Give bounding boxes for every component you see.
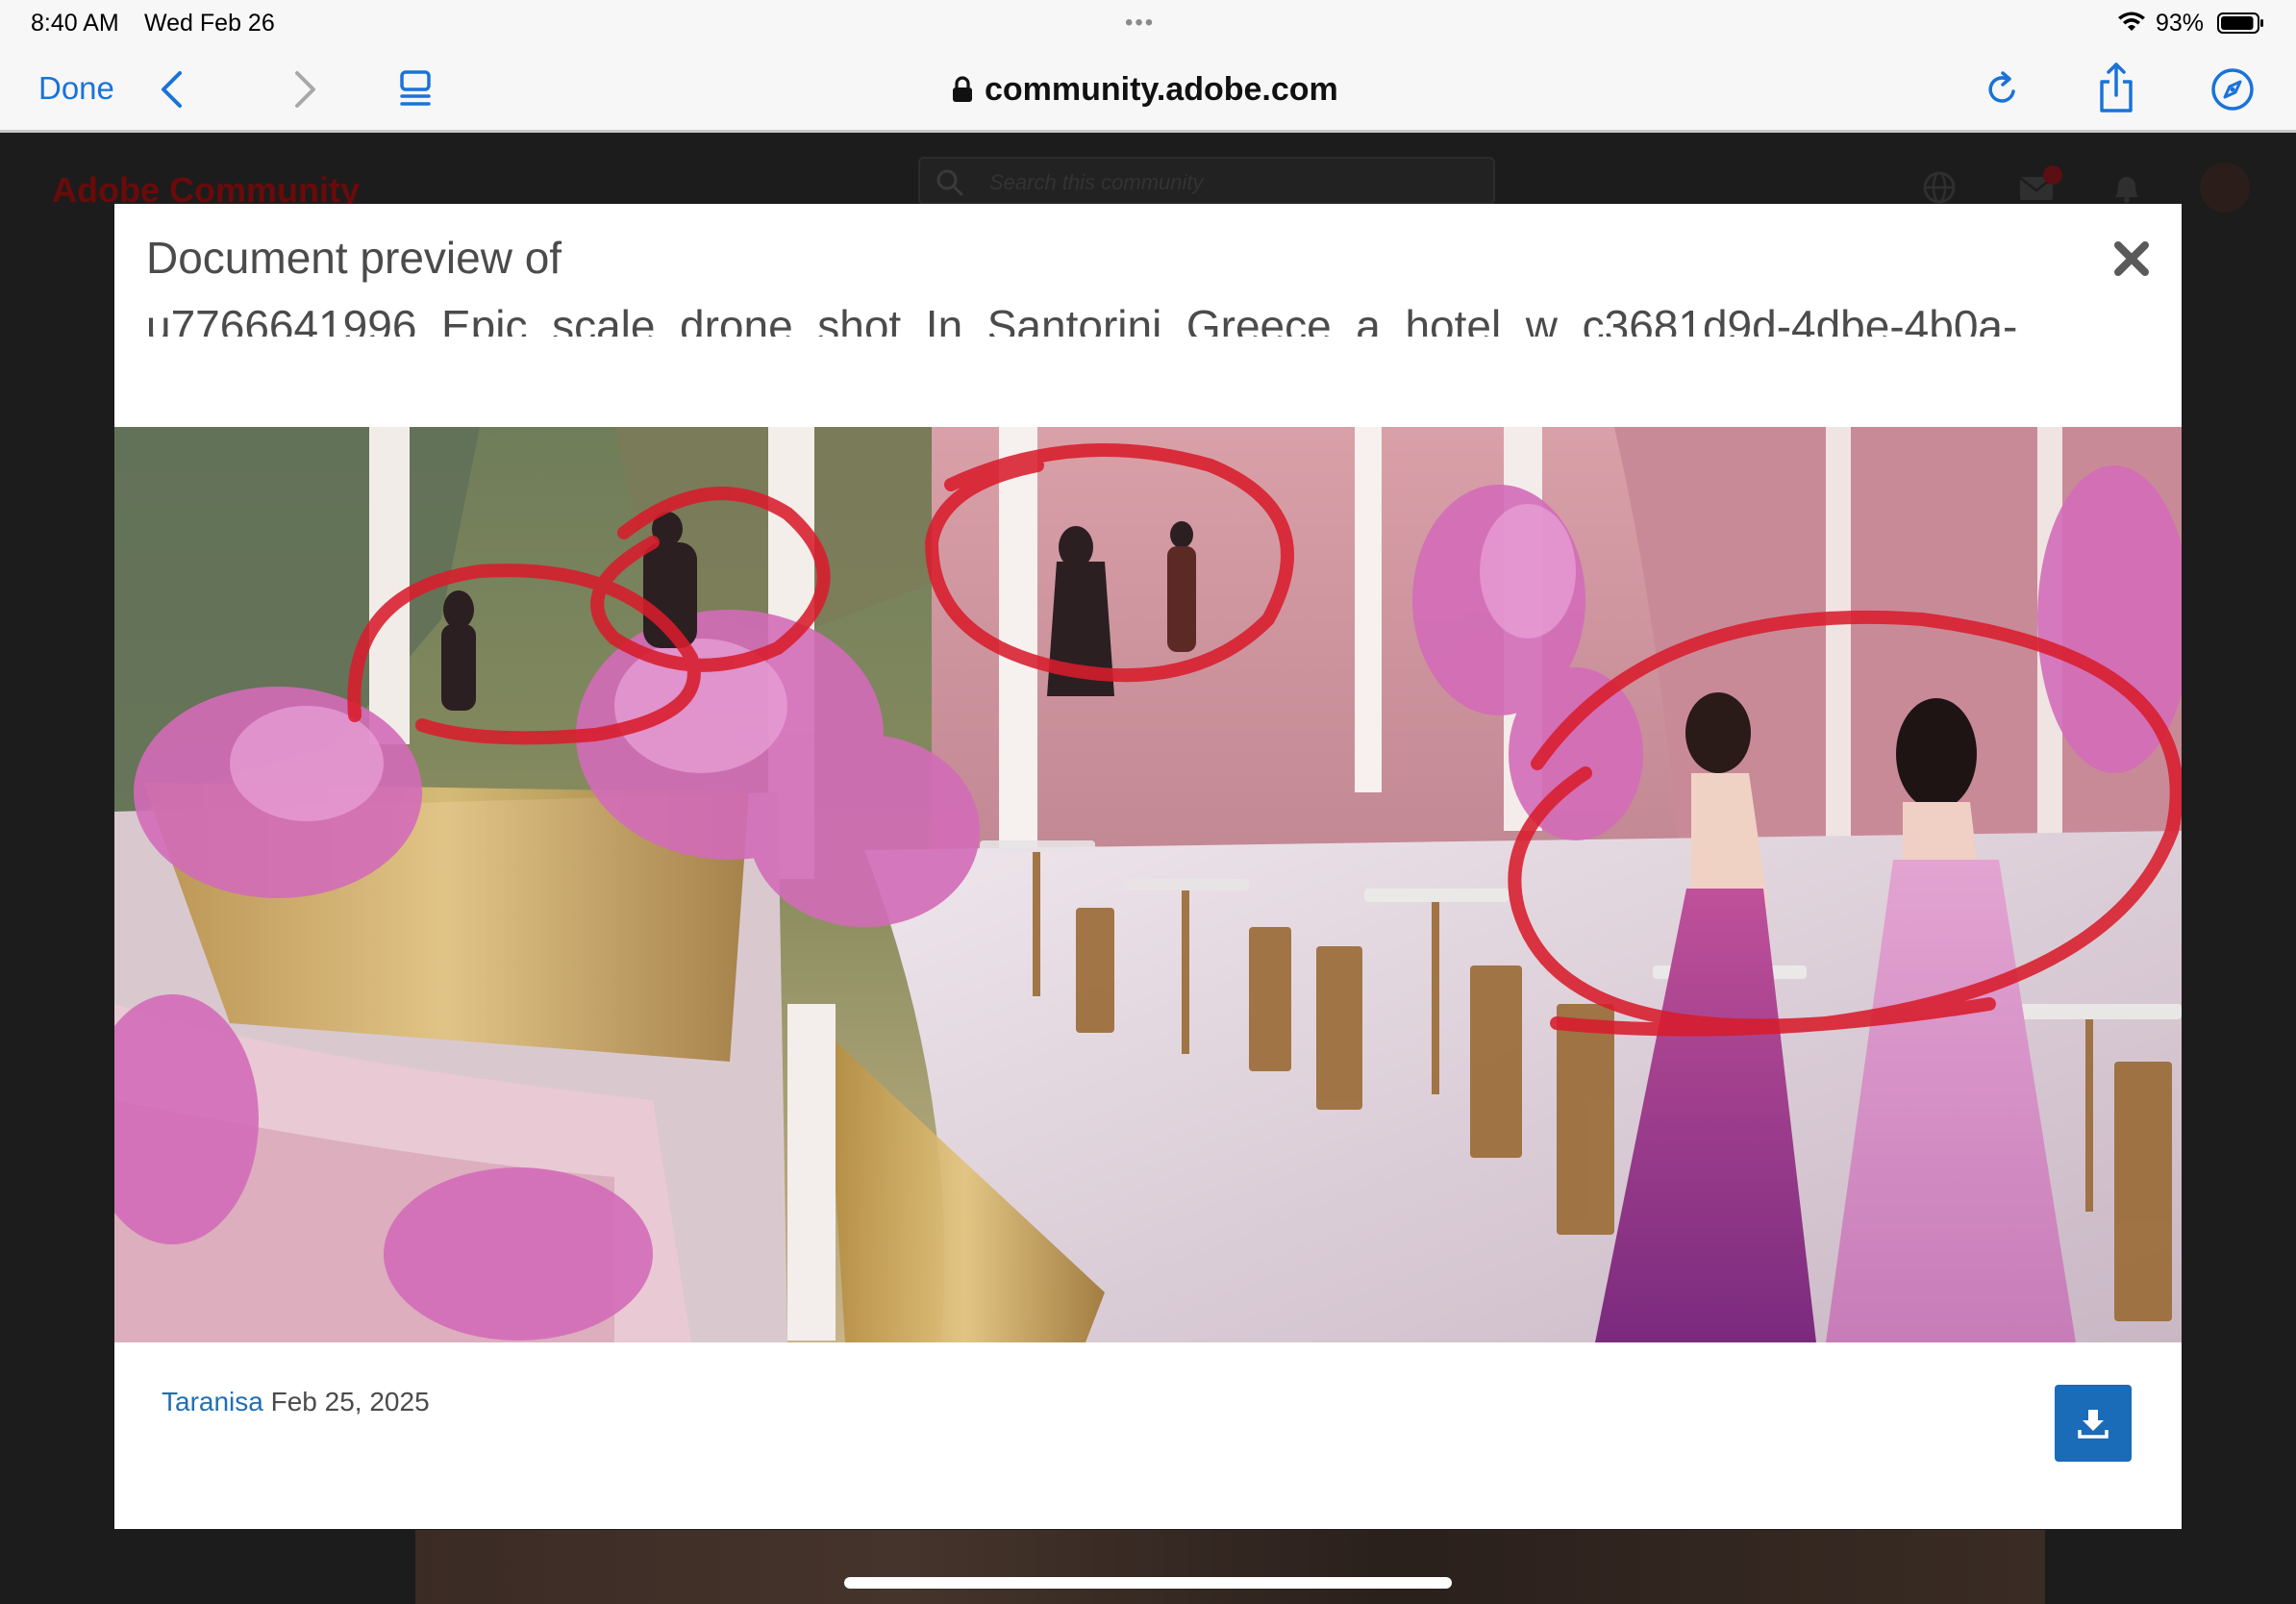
status-date: Wed Feb 26 [144,10,275,37]
home-indicator[interactable] [844,1577,1452,1589]
download-button[interactable] [2055,1385,2132,1462]
browser-toolbar: Done community.adobe.com [0,48,2296,133]
download-icon [2078,1410,2109,1439]
share-icon [2100,63,2133,113]
compass-icon [2211,68,2254,111]
avatar [2200,163,2250,213]
forward-icon [295,71,315,108]
close-icon[interactable] [2111,238,2152,279]
reload-icon [1988,71,2015,103]
search-icon [936,169,963,196]
modal-title: Document preview of [146,233,562,283]
bell-icon [2115,177,2138,203]
preview-image [114,427,2182,1342]
address-bar[interactable]: community.adobe.com [952,65,1338,113]
done-button[interactable]: Done [38,62,114,115]
status-time: 8:40 AM [31,10,119,37]
multitasking-dots[interactable]: ••• [1125,10,1155,37]
compass-button[interactable] [2208,62,2258,117]
battery-percent: 93% [2156,10,2205,37]
globe-icon [1923,171,1956,204]
reload-button[interactable] [1979,63,2027,115]
reader-button[interactable] [394,63,437,115]
lock-icon [953,76,972,102]
modal-filename: u7766641996_Epic_scale_drone_shot_In_San… [146,301,2018,337]
notification-badge [2043,165,2062,185]
community-search-input: Search this community [918,157,1495,205]
reader-icon [400,70,431,106]
document-preview-modal: Document preview of u7766641996_Epic_sca… [114,204,2182,1529]
back-button[interactable] [152,63,190,115]
wifi-icon [2118,12,2145,31]
url-text: community.adobe.com [985,70,1338,108]
post-meta: Taranisa Feb 25, 2025 [162,1387,430,1417]
search-placeholder: Search this community [989,170,1204,194]
forward-button[interactable] [287,63,325,115]
background-post-image [415,1530,2045,1604]
author-link[interactable]: Taranisa [162,1387,263,1416]
filename-container: u7766641996_Epic_scale_drone_shot_In_San… [146,294,2127,337]
post-date: Feb 25, 2025 [270,1387,430,1416]
status-bar: 8:40 AM Wed Feb 26 ••• 93% [0,0,2296,48]
share-button[interactable] [2092,56,2140,119]
back-icon [162,71,182,108]
battery-icon [2217,13,2263,34]
